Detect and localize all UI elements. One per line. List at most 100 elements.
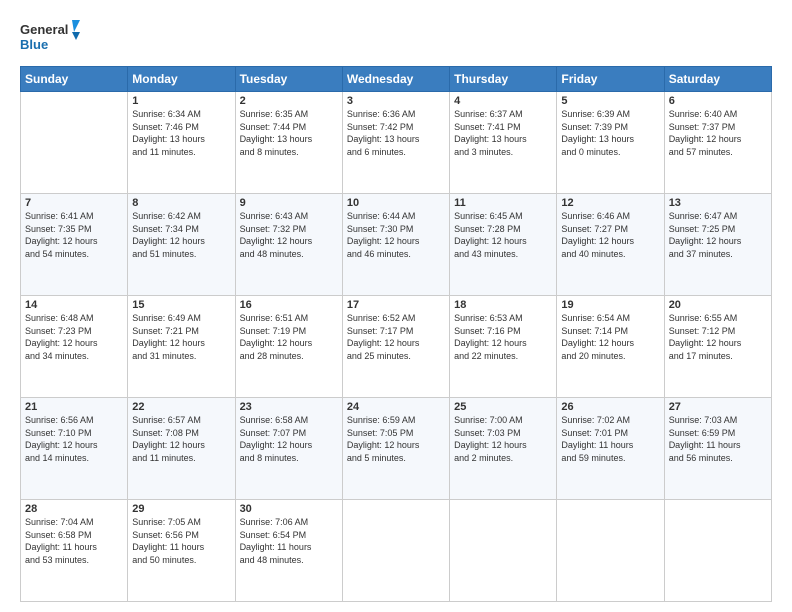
day-number: 17 xyxy=(347,299,445,311)
day-header-saturday: Saturday xyxy=(664,67,771,92)
calendar-cell xyxy=(21,92,128,194)
day-number: 6 xyxy=(669,95,767,107)
svg-text:Blue: Blue xyxy=(20,37,48,52)
cell-info: Sunrise: 6:56 AM Sunset: 7:10 PM Dayligh… xyxy=(25,414,123,464)
calendar-cell: 15Sunrise: 6:49 AM Sunset: 7:21 PM Dayli… xyxy=(128,296,235,398)
day-number: 8 xyxy=(132,197,230,209)
week-row: 1Sunrise: 6:34 AM Sunset: 7:46 PM Daylig… xyxy=(21,92,772,194)
cell-info: Sunrise: 6:45 AM Sunset: 7:28 PM Dayligh… xyxy=(454,210,552,260)
cell-info: Sunrise: 6:46 AM Sunset: 7:27 PM Dayligh… xyxy=(561,210,659,260)
day-number: 3 xyxy=(347,95,445,107)
day-header-thursday: Thursday xyxy=(450,67,557,92)
day-number: 14 xyxy=(25,299,123,311)
cell-info: Sunrise: 6:57 AM Sunset: 7:08 PM Dayligh… xyxy=(132,414,230,464)
calendar-cell: 25Sunrise: 7:00 AM Sunset: 7:03 PM Dayli… xyxy=(450,398,557,500)
cell-info: Sunrise: 6:58 AM Sunset: 7:07 PM Dayligh… xyxy=(240,414,338,464)
calendar-cell: 23Sunrise: 6:58 AM Sunset: 7:07 PM Dayli… xyxy=(235,398,342,500)
day-header-tuesday: Tuesday xyxy=(235,67,342,92)
calendar-cell: 3Sunrise: 6:36 AM Sunset: 7:42 PM Daylig… xyxy=(342,92,449,194)
calendar-cell: 29Sunrise: 7:05 AM Sunset: 6:56 PM Dayli… xyxy=(128,500,235,602)
calendar-cell: 7Sunrise: 6:41 AM Sunset: 7:35 PM Daylig… xyxy=(21,194,128,296)
cell-info: Sunrise: 6:40 AM Sunset: 7:37 PM Dayligh… xyxy=(669,108,767,158)
day-number: 13 xyxy=(669,197,767,209)
calendar-cell xyxy=(664,500,771,602)
cell-info: Sunrise: 6:41 AM Sunset: 7:35 PM Dayligh… xyxy=(25,210,123,260)
day-header-monday: Monday xyxy=(128,67,235,92)
calendar-cell: 18Sunrise: 6:53 AM Sunset: 7:16 PM Dayli… xyxy=(450,296,557,398)
calendar-cell: 16Sunrise: 6:51 AM Sunset: 7:19 PM Dayli… xyxy=(235,296,342,398)
calendar-cell: 2Sunrise: 6:35 AM Sunset: 7:44 PM Daylig… xyxy=(235,92,342,194)
cell-info: Sunrise: 6:48 AM Sunset: 7:23 PM Dayligh… xyxy=(25,312,123,362)
day-number: 11 xyxy=(454,197,552,209)
cell-info: Sunrise: 6:34 AM Sunset: 7:46 PM Dayligh… xyxy=(132,108,230,158)
day-number: 15 xyxy=(132,299,230,311)
calendar-cell: 19Sunrise: 6:54 AM Sunset: 7:14 PM Dayli… xyxy=(557,296,664,398)
calendar-cell: 10Sunrise: 6:44 AM Sunset: 7:30 PM Dayli… xyxy=(342,194,449,296)
calendar-cell: 11Sunrise: 6:45 AM Sunset: 7:28 PM Dayli… xyxy=(450,194,557,296)
cell-info: Sunrise: 7:05 AM Sunset: 6:56 PM Dayligh… xyxy=(132,516,230,566)
calendar-cell xyxy=(557,500,664,602)
cell-info: Sunrise: 6:53 AM Sunset: 7:16 PM Dayligh… xyxy=(454,312,552,362)
cell-info: Sunrise: 6:44 AM Sunset: 7:30 PM Dayligh… xyxy=(347,210,445,260)
header-row: SundayMondayTuesdayWednesdayThursdayFrid… xyxy=(21,67,772,92)
calendar-cell: 27Sunrise: 7:03 AM Sunset: 6:59 PM Dayli… xyxy=(664,398,771,500)
cell-info: Sunrise: 7:03 AM Sunset: 6:59 PM Dayligh… xyxy=(669,414,767,464)
day-number: 30 xyxy=(240,503,338,515)
day-number: 16 xyxy=(240,299,338,311)
cell-info: Sunrise: 6:55 AM Sunset: 7:12 PM Dayligh… xyxy=(669,312,767,362)
calendar-cell: 9Sunrise: 6:43 AM Sunset: 7:32 PM Daylig… xyxy=(235,194,342,296)
day-number: 27 xyxy=(669,401,767,413)
day-number: 20 xyxy=(669,299,767,311)
week-row: 14Sunrise: 6:48 AM Sunset: 7:23 PM Dayli… xyxy=(21,296,772,398)
cell-info: Sunrise: 6:51 AM Sunset: 7:19 PM Dayligh… xyxy=(240,312,338,362)
calendar-cell: 30Sunrise: 7:06 AM Sunset: 6:54 PM Dayli… xyxy=(235,500,342,602)
calendar-cell: 26Sunrise: 7:02 AM Sunset: 7:01 PM Dayli… xyxy=(557,398,664,500)
calendar-cell: 4Sunrise: 6:37 AM Sunset: 7:41 PM Daylig… xyxy=(450,92,557,194)
day-number: 5 xyxy=(561,95,659,107)
day-number: 26 xyxy=(561,401,659,413)
cell-info: Sunrise: 7:00 AM Sunset: 7:03 PM Dayligh… xyxy=(454,414,552,464)
calendar-cell: 14Sunrise: 6:48 AM Sunset: 7:23 PM Dayli… xyxy=(21,296,128,398)
logo: General Blue xyxy=(20,18,80,56)
day-header-friday: Friday xyxy=(557,67,664,92)
cell-info: Sunrise: 6:35 AM Sunset: 7:44 PM Dayligh… xyxy=(240,108,338,158)
day-number: 24 xyxy=(347,401,445,413)
week-row: 28Sunrise: 7:04 AM Sunset: 6:58 PM Dayli… xyxy=(21,500,772,602)
calendar-cell: 22Sunrise: 6:57 AM Sunset: 7:08 PM Dayli… xyxy=(128,398,235,500)
cell-info: Sunrise: 7:02 AM Sunset: 7:01 PM Dayligh… xyxy=(561,414,659,464)
cell-info: Sunrise: 7:06 AM Sunset: 6:54 PM Dayligh… xyxy=(240,516,338,566)
cell-info: Sunrise: 6:42 AM Sunset: 7:34 PM Dayligh… xyxy=(132,210,230,260)
cell-info: Sunrise: 6:36 AM Sunset: 7:42 PM Dayligh… xyxy=(347,108,445,158)
calendar-cell xyxy=(342,500,449,602)
cell-info: Sunrise: 6:52 AM Sunset: 7:17 PM Dayligh… xyxy=(347,312,445,362)
header: General Blue xyxy=(20,18,772,56)
calendar-cell: 21Sunrise: 6:56 AM Sunset: 7:10 PM Dayli… xyxy=(21,398,128,500)
cell-info: Sunrise: 6:37 AM Sunset: 7:41 PM Dayligh… xyxy=(454,108,552,158)
week-row: 21Sunrise: 6:56 AM Sunset: 7:10 PM Dayli… xyxy=(21,398,772,500)
day-number: 1 xyxy=(132,95,230,107)
calendar-cell: 6Sunrise: 6:40 AM Sunset: 7:37 PM Daylig… xyxy=(664,92,771,194)
logo-svg: General Blue xyxy=(20,18,80,56)
calendar-cell: 13Sunrise: 6:47 AM Sunset: 7:25 PM Dayli… xyxy=(664,194,771,296)
calendar-cell: 12Sunrise: 6:46 AM Sunset: 7:27 PM Dayli… xyxy=(557,194,664,296)
calendar-cell xyxy=(450,500,557,602)
cell-info: Sunrise: 6:39 AM Sunset: 7:39 PM Dayligh… xyxy=(561,108,659,158)
calendar-cell: 24Sunrise: 6:59 AM Sunset: 7:05 PM Dayli… xyxy=(342,398,449,500)
cell-info: Sunrise: 6:43 AM Sunset: 7:32 PM Dayligh… xyxy=(240,210,338,260)
day-number: 22 xyxy=(132,401,230,413)
day-number: 4 xyxy=(454,95,552,107)
cell-info: Sunrise: 6:47 AM Sunset: 7:25 PM Dayligh… xyxy=(669,210,767,260)
day-number: 9 xyxy=(240,197,338,209)
calendar-cell: 20Sunrise: 6:55 AM Sunset: 7:12 PM Dayli… xyxy=(664,296,771,398)
day-number: 19 xyxy=(561,299,659,311)
day-number: 12 xyxy=(561,197,659,209)
day-header-wednesday: Wednesday xyxy=(342,67,449,92)
day-number: 28 xyxy=(25,503,123,515)
calendar-cell: 28Sunrise: 7:04 AM Sunset: 6:58 PM Dayli… xyxy=(21,500,128,602)
calendar-cell: 8Sunrise: 6:42 AM Sunset: 7:34 PM Daylig… xyxy=(128,194,235,296)
cell-info: Sunrise: 7:04 AM Sunset: 6:58 PM Dayligh… xyxy=(25,516,123,566)
day-header-sunday: Sunday xyxy=(21,67,128,92)
calendar-cell: 1Sunrise: 6:34 AM Sunset: 7:46 PM Daylig… xyxy=(128,92,235,194)
calendar-cell: 17Sunrise: 6:52 AM Sunset: 7:17 PM Dayli… xyxy=(342,296,449,398)
calendar-cell: 5Sunrise: 6:39 AM Sunset: 7:39 PM Daylig… xyxy=(557,92,664,194)
